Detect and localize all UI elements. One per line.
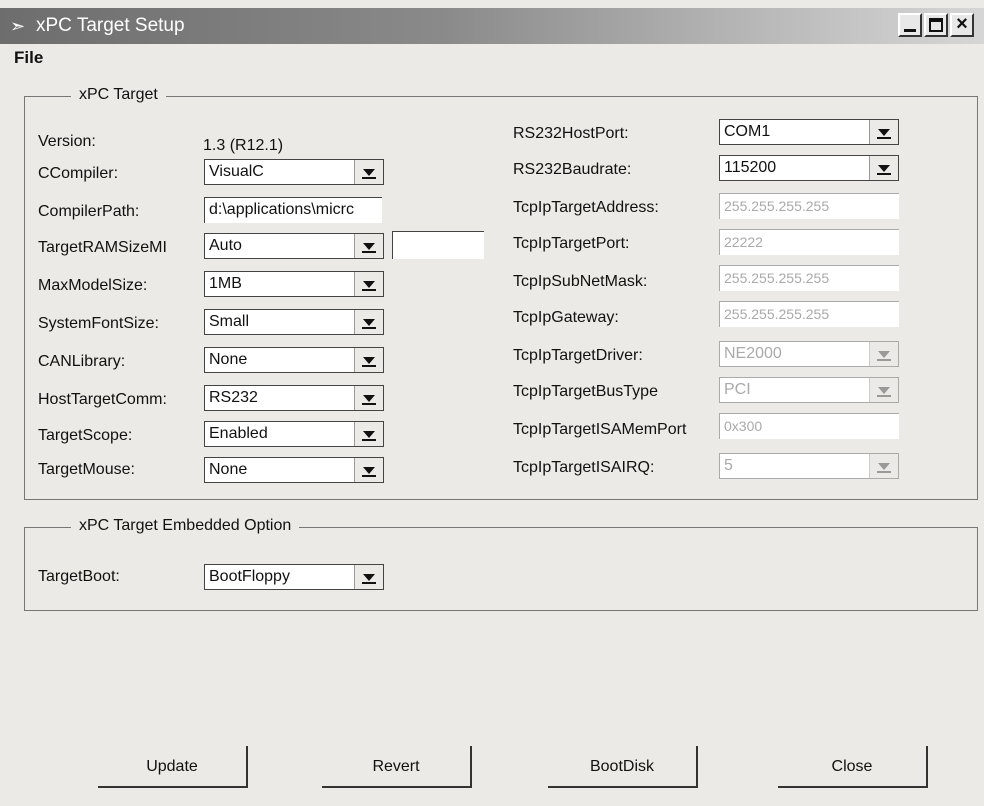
chevron-down-icon	[869, 156, 898, 180]
bootdisk-button[interactable]: BootDisk	[548, 746, 698, 788]
menu-bar: File	[14, 48, 43, 68]
chevron-down-icon	[869, 378, 898, 402]
compilerpath-input[interactable]: d:\applications\micrc	[204, 197, 382, 223]
tcpip-gateway-input[interactable]: 255.255.255.255	[719, 301, 899, 327]
rs232hostport-label: RS232HostPort:	[513, 125, 629, 142]
compilerpath-label: CompilerPath:	[38, 203, 140, 220]
rs232hostport-value: COM1	[724, 123, 771, 140]
maxmodelsize-value: 1MB	[209, 275, 242, 292]
menu-file[interactable]: File	[14, 48, 43, 67]
embedded-option-legend: xPC Target Embedded Option	[71, 517, 300, 535]
systemfontsize-label: SystemFontSize:	[38, 315, 159, 332]
tcpip-subnet-mask-input[interactable]: 255.255.255.255	[719, 265, 899, 291]
chevron-down-icon	[354, 160, 383, 184]
ramsize-value: Auto	[209, 237, 242, 254]
targetboot-label: TargetBoot:	[38, 568, 120, 585]
targetmouse-label: TargetMouse:	[38, 461, 135, 478]
rs232hostport-dropdown[interactable]: COM1	[719, 119, 899, 145]
chevron-down-icon	[354, 422, 383, 446]
minimize-button[interactable]	[898, 13, 922, 37]
tcpip-isa-irq-value: 5	[724, 457, 733, 474]
systemfontsize-dropdown[interactable]: Small	[204, 309, 384, 335]
close-button[interactable]: Close	[778, 746, 928, 788]
window-title: xPC Target Setup	[36, 15, 185, 36]
matlab-icon: ➣	[10, 16, 26, 36]
tcpip-gateway-value: 255.255.255.255	[724, 306, 830, 322]
tcpip-isa-irq-dropdown[interactable]: 5	[719, 453, 899, 479]
tcpip-target-bus-type-label: TcpIpTargetBusType	[513, 383, 658, 400]
chevron-down-icon	[869, 342, 898, 366]
tcpip-isa-irq-label: TcpIpTargetISAIRQ:	[513, 459, 655, 476]
revert-button[interactable]: Revert	[322, 746, 472, 788]
ramsize-dropdown[interactable]: Auto	[204, 233, 384, 259]
maxmodelsize-label: MaxModelSize:	[38, 277, 148, 294]
canlibrary-value: None	[209, 351, 248, 368]
chevron-down-icon	[354, 458, 383, 482]
chevron-down-icon	[354, 386, 383, 410]
maximize-button[interactable]	[924, 13, 948, 37]
embedded-option-group: xPC Target Embedded Option TargetBoot: B…	[24, 517, 978, 611]
chevron-down-icon	[354, 348, 383, 372]
ccompiler-dropdown[interactable]: VisualC	[204, 159, 384, 185]
tcpip-target-port-value: 22222	[724, 234, 763, 250]
targetscope-value: Enabled	[209, 425, 268, 442]
canlibrary-label: CANLibrary:	[38, 353, 126, 370]
minimize-icon	[904, 29, 916, 32]
tcpip-target-driver-value: NE2000	[724, 345, 782, 362]
close-window-button[interactable]: ×	[950, 13, 974, 37]
tcpip-target-bus-type-dropdown[interactable]: PCI	[719, 377, 899, 403]
maximize-icon	[929, 18, 943, 32]
tcpip-isa-mem-port-value: 0x300	[724, 418, 763, 434]
tcpip-isa-mem-port-label: TcpIpTargetISAMemPort	[513, 421, 687, 438]
targetmouse-value: None	[209, 461, 248, 478]
hosttargetcomm-label: HostTargetComm:	[38, 391, 167, 408]
rs232baudrate-dropdown[interactable]: 115200	[719, 155, 899, 181]
targetboot-dropdown[interactable]: BootFloppy	[204, 564, 384, 590]
version-label: Version:	[38, 133, 96, 150]
chevron-down-icon	[354, 565, 383, 589]
tcpip-subnet-mask-value: 255.255.255.255	[724, 270, 830, 286]
chevron-down-icon	[354, 310, 383, 334]
systemfontsize-value: Small	[209, 313, 250, 330]
tcpip-target-port-input[interactable]: 22222	[719, 229, 899, 255]
ramsize-label: TargetRAMSizeMI	[38, 239, 167, 256]
tcpip-target-address-value: 255.255.255.255	[724, 198, 830, 214]
update-button[interactable]: Update	[98, 746, 248, 788]
tcpip-target-driver-dropdown[interactable]: NE2000	[719, 341, 899, 367]
xpc-target-group: xPC Target Version: 1.3 (R12.1) CCompile…	[24, 86, 978, 500]
targetboot-value: BootFloppy	[209, 568, 290, 585]
ccompiler-value: VisualC	[209, 163, 264, 180]
tcpip-target-bus-type-value: PCI	[724, 381, 751, 398]
rs232baudrate-value: 115200	[724, 159, 777, 176]
canlibrary-dropdown[interactable]: None	[204, 347, 384, 373]
ramsize-extra-input[interactable]	[392, 231, 484, 259]
targetmouse-dropdown[interactable]: None	[204, 457, 384, 483]
version-value: 1.3 (R12.1)	[203, 137, 284, 154]
chevron-down-icon	[869, 454, 898, 478]
tcpip-target-port-label: TcpIpTargetPort:	[513, 235, 630, 252]
tcpip-subnet-mask-label: TcpIpSubNetMask:	[513, 273, 648, 290]
ccompiler-label: CCompiler:	[38, 165, 119, 182]
xpc-target-legend: xPC Target	[71, 86, 166, 104]
tcpip-target-driver-label: TcpIpTargetDriver:	[513, 347, 643, 364]
tcpip-gateway-label: TcpIpGateway:	[513, 309, 619, 326]
rs232baudrate-label: RS232Baudrate:	[513, 161, 632, 178]
maxmodelsize-dropdown[interactable]: 1MB	[204, 271, 384, 297]
tcpip-target-address-label: TcpIpTargetAddress:	[513, 199, 659, 216]
chevron-down-icon	[354, 234, 383, 258]
targetscope-dropdown[interactable]: Enabled	[204, 421, 384, 447]
targetscope-label: TargetScope:	[38, 427, 133, 444]
chevron-down-icon	[869, 120, 898, 144]
tcpip-isa-mem-port-input[interactable]: 0x300	[719, 413, 899, 439]
hosttargetcomm-dropdown[interactable]: RS232	[204, 385, 384, 411]
close-icon: ×	[956, 13, 968, 35]
tcpip-target-address-input[interactable]: 255.255.255.255	[719, 193, 899, 219]
chevron-down-icon	[354, 272, 383, 296]
hosttargetcomm-value: RS232	[209, 389, 258, 406]
compilerpath-value: d:\applications\micrc	[209, 201, 354, 218]
title-bar[interactable]: ➣ xPC Target Setup ×	[0, 8, 984, 44]
